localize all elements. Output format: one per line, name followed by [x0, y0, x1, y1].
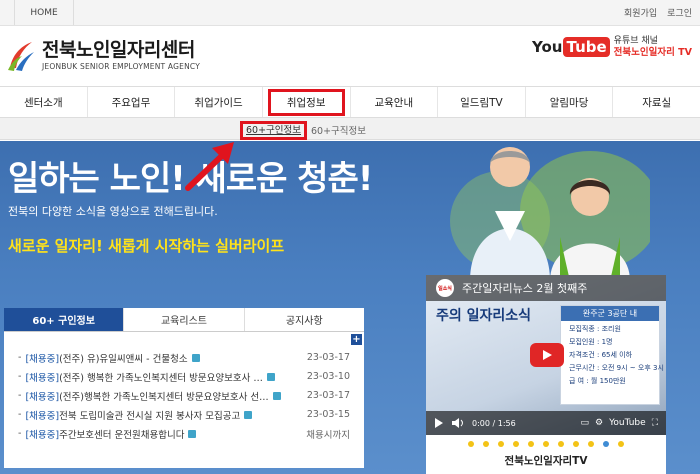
- tab-education-list[interactable]: 교육리스트: [124, 308, 245, 331]
- home-link[interactable]: HOME: [14, 0, 74, 25]
- status-badge: [채용중]: [25, 353, 60, 365]
- subnav-job-offers[interactable]: 60+구인정보: [240, 121, 308, 140]
- list-item-date: 23-03-10: [306, 371, 350, 382]
- site-title: 전북노인일자리센터: [42, 38, 195, 61]
- video-headline: 주의 일자리소식: [436, 308, 532, 324]
- site-logo[interactable]: 전북노인일자리센터 JEONBUK SENIOR EMPLOYMENT AGEN…: [6, 38, 200, 72]
- play-button[interactable]: [530, 343, 564, 367]
- status-badge: [채용중]: [25, 391, 60, 403]
- subnav-job-seekers[interactable]: 60+구직정보: [311, 123, 366, 137]
- nav-item-notices[interactable]: 알림마당: [526, 87, 614, 117]
- video-caption: 전북노인일자리TV: [504, 455, 588, 467]
- new-icon: [272, 391, 281, 400]
- info-tabs: 60+ 구인정보 교육리스트 공지사항: [4, 308, 364, 332]
- slide-dot-active[interactable]: [603, 441, 609, 447]
- play-icon: [543, 350, 552, 360]
- youtube-label: 유튜브 채널: [613, 36, 658, 46]
- video-footer: 전북노인일자리TV: [426, 435, 666, 474]
- list-item-title: (전주) 유)유일씨앤씨 - 건물청소: [59, 353, 188, 365]
- site-subtitle: JEONBUK SENIOR EMPLOYMENT AGENCY: [42, 61, 200, 71]
- nav-item-education[interactable]: 교육안내: [351, 87, 439, 117]
- status-badge: [채용중]: [25, 429, 60, 441]
- slide-dot[interactable]: [468, 441, 474, 447]
- nav-item-job-info-label: 취업정보: [267, 88, 345, 116]
- fullscreen-icon[interactable]: ⛶: [652, 418, 658, 428]
- login-link[interactable]: 로그인: [667, 6, 692, 19]
- new-icon: [244, 410, 253, 419]
- video-title-bar: 일소식 주간일자리뉴스 2월 첫째주: [426, 275, 666, 301]
- youtube-channel-name: 전북노인일자리 TV: [613, 47, 692, 58]
- more-plus-icon[interactable]: +: [351, 334, 362, 345]
- list-item-title: (전주) 행복한 가족노인복지센터 방문요양보호사 …: [59, 372, 263, 384]
- nav-item-main-work[interactable]: 주요업무: [88, 87, 176, 117]
- list-item[interactable]: - [채용중] 전북 도립미술관 전시실 지원 봉사자 모집공고 23-03-1…: [4, 405, 364, 424]
- list-item[interactable]: - [채용중] (전주)행복한 가족노인복지센터 방문요양보호사 선… 23-0…: [4, 386, 364, 405]
- list-item-date: 채용시까지: [306, 429, 350, 441]
- list-item-date: 23-03-15: [306, 409, 350, 420]
- senior-couple-illustration: [450, 147, 650, 281]
- tab-notices[interactable]: 공지사항: [245, 308, 364, 331]
- list-item-title: 주간보호센터 운전원채용합니다: [59, 429, 185, 441]
- volume-icon[interactable]: [452, 418, 464, 428]
- video-controls: 0:00 / 1:56 ▭ ⚙ YouTube ⛶: [426, 411, 666, 435]
- slide-dot[interactable]: [573, 441, 579, 447]
- site-header: 전북노인일자리센터 JEONBUK SENIOR EMPLOYMENT AGEN…: [0, 26, 700, 86]
- status-badge: [채용중]: [25, 372, 60, 384]
- signup-link[interactable]: 회원가입: [624, 6, 657, 19]
- slide-dot[interactable]: [558, 441, 564, 447]
- captions-icon[interactable]: ▭: [580, 418, 589, 428]
- slide-dot[interactable]: [528, 441, 534, 447]
- new-icon: [191, 353, 200, 362]
- slide-dot[interactable]: [483, 441, 489, 447]
- list-item[interactable]: - [채용중] (전주) 행복한 가족노인복지센터 방문요양보호사 … 23-0…: [4, 367, 364, 386]
- slide-dot[interactable]: [498, 441, 504, 447]
- red-arrow-icon: [185, 142, 234, 191]
- nav-item-job-guide[interactable]: 취업가이드: [175, 87, 263, 117]
- slide-dots: [426, 441, 666, 447]
- slide-dot[interactable]: [618, 441, 624, 447]
- main-nav: 센터소개 주요업무 취업가이드 취업정보 교육안내 일드림TV 알림마당 자료실: [0, 86, 700, 118]
- settings-icon[interactable]: ⚙: [595, 418, 603, 428]
- slide-dot[interactable]: [543, 441, 549, 447]
- nav-item-job-info[interactable]: 취업정보: [263, 87, 351, 117]
- new-icon: [266, 372, 275, 381]
- status-badge: [채용중]: [25, 410, 60, 422]
- list-item-date: 23-03-17: [306, 352, 350, 363]
- info-panel: 60+ 구인정보 교육리스트 공지사항 + - [채용중] (전주) 유)유일씨…: [4, 308, 364, 468]
- new-icon: [188, 429, 197, 438]
- job-offer-list: - [채용중] (전주) 유)유일씨앤씨 - 건물청소 23-03-17 - […: [4, 348, 364, 443]
- logo-mark-icon: [8, 42, 34, 71]
- list-item-title: 전북 도립미술관 전시실 지원 봉사자 모집공고: [59, 410, 241, 422]
- nav-item-center-intro[interactable]: 센터소개: [0, 87, 88, 117]
- youtube-logo: You Tube: [532, 37, 610, 57]
- play-small-icon[interactable]: [434, 418, 444, 428]
- slide-dot[interactable]: [513, 441, 519, 447]
- list-item[interactable]: - [채용중] (전주) 유)유일씨앤씨 - 건물청소 23-03-17: [4, 348, 364, 367]
- video-info-card: 완주군 3공단 내 모집직종 : 조리원 모집인원 : 1명 자격조건 : 65…: [560, 305, 664, 405]
- tab-job-offers[interactable]: 60+ 구인정보: [4, 308, 125, 331]
- slide-dot[interactable]: [588, 441, 594, 447]
- video-title[interactable]: 주간일자리뉴스 2월 첫째주: [462, 280, 587, 296]
- video-time: 0:00 / 1:56: [472, 418, 516, 428]
- video-player[interactable]: 일소식 주간일자리뉴스 2월 첫째주 주의 일자리소식 완주군 3공단 내 모집…: [426, 275, 666, 435]
- sub-nav: 60+구인정보 60+구직정보: [0, 118, 700, 140]
- list-item-title: (전주)행복한 가족노인복지센터 방문요양보호사 선…: [59, 391, 269, 403]
- utility-links: 회원가입 로그인: [624, 0, 692, 25]
- nav-item-ildream-tv[interactable]: 일드림TV: [438, 87, 526, 117]
- list-item-date: 23-03-17: [306, 390, 350, 401]
- youtube-channel-link[interactable]: You Tube 유튜브 채널 전북노인일자리 TV: [532, 36, 692, 58]
- nav-item-archive[interactable]: 자료실: [613, 87, 700, 117]
- top-utility-bar: HOME 회원가입 로그인: [0, 0, 700, 26]
- hero-slogan: 새로운 일자리! 새롭게 시작하는 실버라이프: [8, 237, 285, 255]
- channel-avatar: 일소식: [436, 279, 454, 297]
- hero-banner: 일하는 노인! 새로운 청춘! 전북의 다양한 소식을 영상으로 전해드립니다.…: [0, 141, 700, 474]
- youtube-brand[interactable]: YouTube: [609, 418, 646, 428]
- list-item[interactable]: - [채용중] 주간보호센터 운전원채용합니다 채용시까지: [4, 424, 364, 443]
- hero-description: 전북의 다양한 소식을 영상으로 전해드립니다.: [8, 205, 218, 218]
